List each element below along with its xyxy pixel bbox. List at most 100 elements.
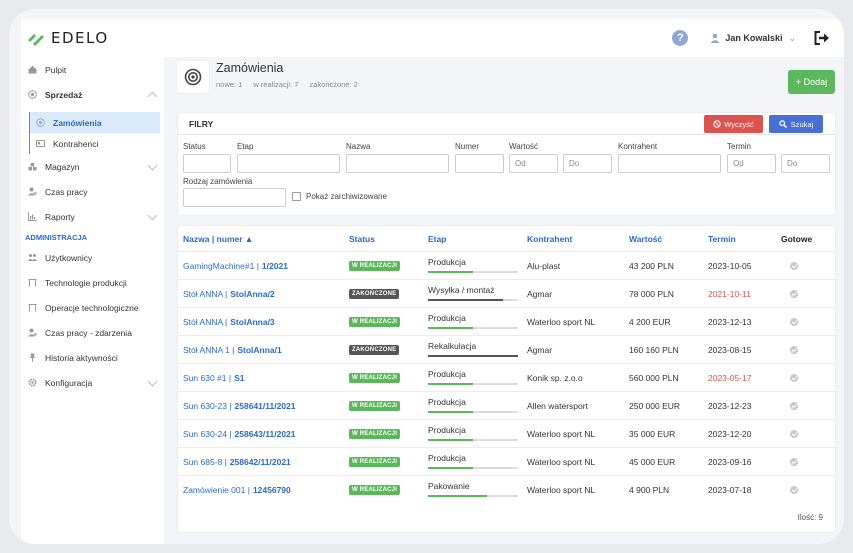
nazwa-input[interactable] [346,154,449,173]
sidebar: Pulpit Sprzedaż Zamówienia Kontrahenci M… [21,57,164,544]
numer-input[interactable] [455,154,504,173]
kontrahent-label: Kontrahent [618,142,658,151]
col-header-status[interactable]: Status [349,226,375,251]
sidebar-item-konfiguracja[interactable]: Konfiguracja [21,370,164,395]
table-row[interactable]: Sun 630 #1 | S1 W REALIZACJI Produkcja Konik… [178,363,835,391]
status-cell: W REALIZACJI [349,420,401,447]
etap-select[interactable] [237,154,340,173]
clear-filters-button[interactable]: Wyczyść [704,115,763,133]
etap-progress-bar [428,467,518,469]
sidebar-item-historia[interactable]: Historia aktywności [21,345,164,370]
help-icon[interactable]: ? [672,30,689,46]
kontrahent-cell: Waterloo sport NL [527,316,596,327]
table-row[interactable]: Stół ANNA | StolAnna/3 W REALIZACJI Produkc… [178,307,835,335]
sidebar-item-czas-pracy-zdarzenia[interactable]: Czas pracy - zdarzenia [21,320,164,345]
table-row[interactable]: Sun 630-23 | 258641/11/2021 W REALIZACJI Pr… [178,391,835,419]
table-row[interactable]: Sun 630-24 | 258643/11/2021 W REALIZACJI Pr… [178,419,835,447]
search-icon [779,120,787,128]
rodzaj-select[interactable] [183,188,286,207]
user-clock-icon [28,187,37,196]
logo-text: EDELO [51,29,109,47]
sidebar-item-label: Sprzedaż [45,89,83,100]
sidebar-item-label: Kontrahenci [53,138,99,149]
termin-cell: 2023-12-20 [708,428,752,439]
stat-in-progress: w realizacji: 7 [253,80,299,89]
archived-checkbox[interactable] [292,192,301,201]
kontrahent-input[interactable] [618,154,721,173]
table-row[interactable]: Stół ANNA | StolAnna/2 ZAKOŃCZONE Wysyłka /… [178,279,835,307]
user-name: Jan Kowalski [725,33,783,43]
order-name-link[interactable]: Stół ANNA | StolAnna/3 [183,308,275,335]
sidebar-item-label: Technologie produkcji [45,277,127,288]
table-row[interactable]: Stół ANNA 1 | StolAnna/1 ZAKOŃCZONE Rekalku… [178,335,835,363]
wartosc-cell: 45 000 EUR [629,456,676,467]
wartosc-to-input[interactable]: Do [563,154,612,173]
col-header-termin[interactable]: Termin [708,226,736,251]
ready-check-icon[interactable] [790,430,798,438]
stat-done: zakończone: 2 [309,80,358,89]
kontrahent-cell: Alu-plast [527,260,561,271]
table-row[interactable]: Sun 685-8 | 258642/11/2021 W REALIZACJI Pro… [178,447,835,475]
filters-panel: FILRY Wyczyść Szukaj Status Etap Nazwa N… [178,113,835,215]
order-name: Sun 630-24 | [183,428,232,439]
etap-progress-bar [428,439,518,441]
col-header-kontrahent[interactable]: Kontrahent [527,226,572,251]
termin-label: Termin [727,142,752,151]
logout-icon[interactable] [814,31,830,45]
sidebar-item-pulpit[interactable]: Pulpit [21,57,164,82]
sidebar-item-label: Czas pracy [45,186,88,197]
order-name-link[interactable]: Stół ANNA 1 | StolAnna/1 [183,336,282,363]
status-badge: W REALIZACJI [349,484,401,495]
status-cell: W REALIZACJI [349,364,401,391]
target-icon [36,118,45,127]
status-select[interactable] [183,154,231,173]
order-name-link[interactable]: Stół ANNA | StolAnna/2 [183,280,275,307]
etap-progress-bar [428,383,518,385]
sidebar-item-raporty[interactable]: Raporty [21,204,164,229]
order-name-link[interactable]: GamingMachine#1 | 1/2021 [183,252,288,279]
wartosc-cell: 43 200 PLN [629,260,674,271]
sidebar-item-technologie[interactable]: Technologie produkcji [21,270,164,295]
ready-check-icon[interactable] [790,458,798,466]
order-name-link[interactable]: Sun 630 #1 | S1 [183,364,244,391]
sidebar-item-uzytkownicy[interactable]: Użytkownicy [21,245,164,270]
status-badge: W REALIZACJI [349,316,401,327]
sidebar-item-sprzedaz[interactable]: Sprzedaż [21,82,164,107]
order-name-link[interactable]: Sun 685-8 | 258642/11/2021 [183,448,291,475]
etap-text: Produkcja [428,313,466,323]
etap-progress-fill [428,411,473,413]
termin-from-input[interactable]: Od [727,154,776,173]
ready-check-icon[interactable] [790,486,798,494]
sidebar-item-kontrahenci[interactable]: Kontrahenci [29,133,164,154]
termin-to-input[interactable]: Do [781,154,830,173]
ready-check-icon[interactable] [790,262,798,270]
kontrahent-cell: Waterloo sport NL [527,456,596,467]
wartosc-cell: 4 900 PLN [629,484,670,495]
ready-check-icon[interactable] [790,402,798,410]
table-row[interactable]: Zamówienie 001 | 12456790 W REALIZACJI Pako… [178,475,835,503]
table-row[interactable]: GamingMachine#1 | 1/2021 W REALIZACJI Produ… [178,251,835,279]
col-header-wartosc[interactable]: Wartość [629,226,662,251]
sidebar-item-label: Magazyn [45,161,80,172]
status-badge: W REALIZACJI [349,400,401,411]
user-menu[interactable]: Jan Kowalski ⌄ [710,33,796,44]
ready-check-icon[interactable] [790,318,798,326]
sidebar-item-magazyn[interactable]: Magazyn [21,154,164,179]
order-name-link[interactable]: Sun 630-23 | 258641/11/2021 [183,392,296,419]
ready-check-icon[interactable] [790,346,798,354]
ready-check-icon[interactable] [790,374,798,382]
col-header-etap[interactable]: Etap [428,226,446,251]
sidebar-item-czas-pracy[interactable]: Czas pracy [21,179,164,204]
sidebar-item-operacje[interactable]: Operacje technologiczne [21,295,164,320]
search-button[interactable]: Szukaj [769,115,823,133]
order-name-link[interactable]: Zamówienie 001 | 12456790 [183,476,291,503]
wartosc-from-input[interactable]: Od [509,154,558,173]
add-order-button[interactable]: + Dodaj [788,70,835,94]
order-name-link[interactable]: Sun 630-24 | 258643/11/2021 [183,420,296,447]
sidebar-item-zamowienia[interactable]: Zamówienia [29,112,160,133]
col-header-name[interactable]: Nazwa | numer ▲ [183,226,253,251]
etap-label: Etap [237,142,254,151]
contact-card-icon [36,140,45,147]
logo[interactable]: EDELO [27,29,109,47]
ready-check-icon[interactable] [790,290,798,298]
